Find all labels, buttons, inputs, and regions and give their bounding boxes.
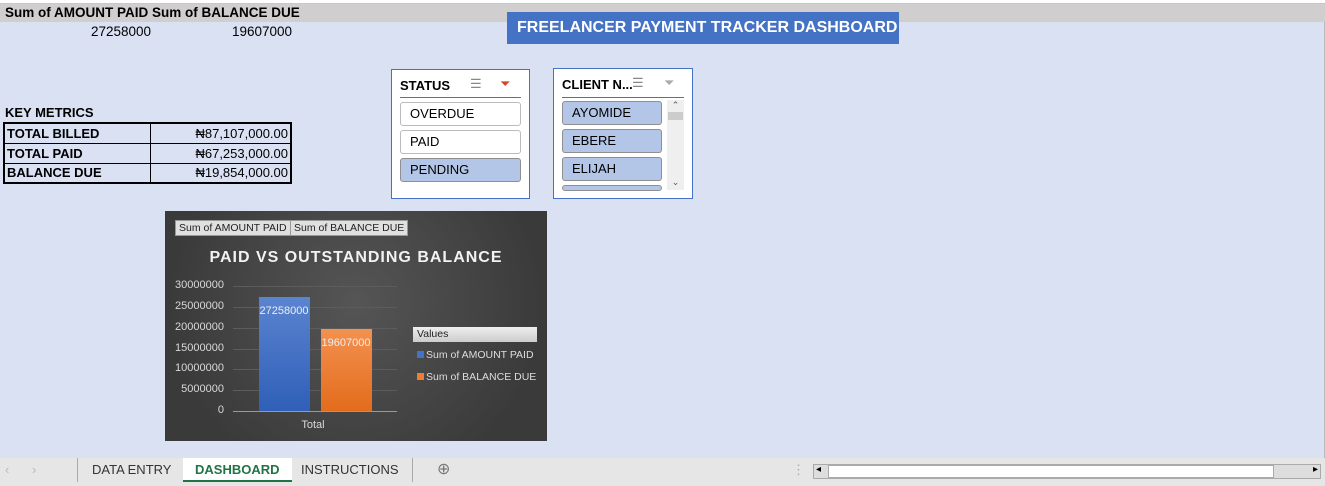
pivot-value-amount-paid[interactable]: 27258000 [91,24,151,39]
status-slicer[interactable]: STATUS ☰ ⏷ OVERDUE PAID PENDING [391,69,530,199]
y-tick-label: 10000000 [175,362,224,375]
metric-label[interactable]: TOTAL PAID [3,142,151,164]
slicer-item-overdue[interactable]: OVERDUE [400,102,521,126]
slicer-item-ayomide[interactable]: AYOMIDE [562,101,662,125]
multi-select-icon[interactable]: ☰ [632,75,644,91]
tab-scroll-right-icon[interactable]: › [32,458,36,482]
data-label: 19607000 [321,337,371,350]
slicer-scrollbar[interactable]: ⌃ ⌄ [667,100,684,190]
legend-item-balance-due: Sum of BALANCE DUE [417,371,536,383]
metric-value[interactable]: ₦67,253,000.00 [149,142,292,164]
slicer-item-pending[interactable]: PENDING [400,158,521,182]
y-tick-label: 15000000 [175,341,224,354]
gridline [233,286,397,287]
horizontal-scrollbar[interactable]: ◂ ▸ [813,464,1321,479]
tab-data-entry[interactable]: DATA ENTRY [77,458,185,482]
add-sheet-icon[interactable]: ⊕ [437,458,450,482]
scroll-down-icon[interactable]: ⌄ [667,177,684,188]
chart-title: PAID VS OUTSTANDING BALANCE [209,249,503,266]
pivot-header-balance-due: Sum of BALANCE DUE [152,5,300,20]
gridline [233,327,397,329]
worksheet[interactable]: Sum of AMOUNT PAID Sum of BALANCE DUE 27… [0,0,1325,486]
legend-title: Values [413,327,537,342]
scroll-thumb[interactable] [828,465,1274,478]
tab-scroll-left-icon[interactable]: ‹ [5,458,9,482]
legend-label: Sum of AMOUNT PAID [426,349,534,361]
slicer-item-elijah[interactable]: ELIJAH [562,157,662,181]
slicer-item-ebere[interactable]: EBERE [562,129,662,153]
slicer-item-paid[interactable]: PAID [400,130,521,154]
gridline [233,390,397,392]
paid-vs-outstanding-chart[interactable]: Sum of AMOUNT PAID Sum of BALANCE DUE PA… [165,211,547,441]
legend-label: Sum of BALANCE DUE [426,371,537,383]
tab-dashboard[interactable]: DASHBOARD [183,458,292,482]
scroll-left-icon[interactable]: ◂ [816,464,821,475]
table-row: BALANCE DUE ₦19,854,000.00 [3,162,292,184]
field-button-amount-paid[interactable]: Sum of AMOUNT PAID [175,220,291,236]
gridline [233,411,397,412]
y-tick-label: 5000000 [181,383,224,396]
slicer-title: STATUS [400,78,451,93]
pivot-header-amount-paid: Sum of AMOUNT PAID [5,5,149,20]
y-tick-label: 25000000 [175,299,224,312]
scroll-right-icon[interactable]: ▸ [1313,464,1318,475]
metric-value[interactable]: ₦19,854,000.00 [149,162,292,184]
key-metrics-label: KEY METRICS [5,105,94,120]
scroll-up-icon[interactable]: ⌃ [667,100,684,111]
key-metrics-table: TOTAL BILLED ₦87,107,000.00 TOTAL PAID ₦67… [3,122,292,184]
clear-filter-icon[interactable]: ⏷ [664,75,674,91]
scroll-thumb[interactable] [668,112,683,120]
table-row: TOTAL BILLED ₦87,107,000.00 [3,122,292,144]
tab-instructions[interactable]: INSTRUCTIONS [288,458,413,482]
multi-select-icon[interactable]: ☰ [470,76,482,92]
y-tick-label: 0 [217,404,224,416]
gridline [233,369,397,371]
field-button-balance-due[interactable]: Sum of BALANCE DUE [290,220,409,236]
metric-value[interactable]: ₦87,107,000.00 [149,122,292,144]
slicer-title: CLIENT N... [562,77,633,92]
pivot-value-balance-due[interactable]: 19607000 [232,24,292,39]
legend-item-amount-paid: Sum of AMOUNT PAID [417,349,534,361]
slicer-item-partial[interactable] [562,185,662,191]
clear-filter-icon[interactable]: ⏷ [500,76,510,92]
data-label: 27258000 [259,305,309,318]
metric-label[interactable]: TOTAL BILLED [3,122,151,144]
y-tick-label: 20000000 [175,320,224,333]
dashboard-title: FREELANCER PAYMENT TRACKER DASHBOARD [507,12,899,44]
x-tick-label: Total [301,419,325,431]
y-tick-label: 30000000 [175,279,224,291]
metric-label[interactable]: BALANCE DUE [3,162,151,184]
table-row: TOTAL PAID ₦67,253,000.00 [3,142,292,164]
splitter-handle[interactable]: ⋮ [792,458,805,482]
